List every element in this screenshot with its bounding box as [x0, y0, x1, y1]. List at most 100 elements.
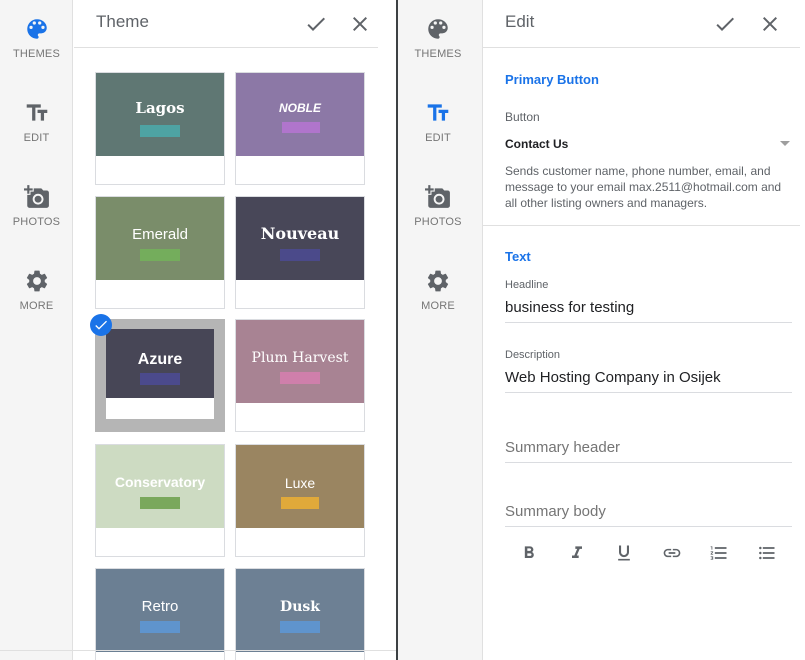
theme-accent-bar — [280, 621, 320, 633]
right-nav-rail: THEMES EDIT PHOTOS MORE — [398, 0, 483, 660]
rail-item-photos[interactable]: PHOTOS — [398, 184, 478, 228]
palette-icon — [428, 19, 448, 39]
rail-item-label: PHOTOS — [12, 216, 61, 228]
theme-name: Conservatory — [114, 474, 206, 490]
italic-button[interactable] — [565, 541, 589, 565]
bulleted-list-button[interactable] — [755, 541, 779, 565]
theme-card-noble[interactable]: NOBLE — [235, 72, 365, 185]
check-icon — [95, 320, 107, 330]
panel-title: Edit — [505, 12, 535, 31]
summary-body-input[interactable]: Summary body — [505, 499, 792, 527]
theme-accent-bar — [140, 373, 180, 385]
edit-panel-body: Primary Button Button Contact Us Sends c… — [483, 49, 800, 660]
theme-card-footer — [106, 398, 214, 419]
add-photo-icon — [425, 185, 450, 208]
link-button[interactable] — [660, 541, 684, 565]
rail-item-label: EDIT — [425, 132, 451, 144]
bold-button[interactable] — [517, 541, 541, 565]
rail-item-photos[interactable]: PHOTOS — [0, 184, 73, 228]
rail-item-label: MORE — [19, 300, 54, 312]
theme-name: Plum Harvest — [251, 350, 349, 366]
theme-card-lagos[interactable]: Lagos — [95, 72, 225, 185]
theme-card-plum-harvest[interactable]: Plum Harvest — [235, 319, 365, 432]
theme-accent-bar — [140, 497, 180, 509]
theme-grid: Lagos NOBLE Emerald Nouveau Azure Plum H… — [74, 49, 396, 660]
rail-item-label: PHOTOS — [414, 216, 462, 228]
theme-name: Lagos — [135, 99, 185, 117]
edit-panel-edge — [483, 575, 484, 660]
theme-accent-bar — [280, 249, 320, 261]
dropdown-arrow-icon — [780, 141, 790, 146]
theme-name: Dusk — [280, 599, 320, 615]
rail-item-themes[interactable]: THEMES — [398, 16, 478, 60]
close-icon — [763, 17, 777, 31]
theme-name: NOBLE — [279, 101, 321, 115]
headline-input[interactable]: business for testing — [505, 295, 792, 323]
close-button[interactable] — [348, 12, 372, 36]
headline-label: Headline — [505, 279, 549, 291]
button-select[interactable]: Contact Us — [505, 135, 792, 155]
theme-name: Azure — [137, 351, 183, 368]
footer-divider — [0, 650, 396, 651]
gear-icon — [427, 270, 449, 292]
rail-item-edit[interactable]: EDIT — [398, 100, 478, 144]
underline-button[interactable] — [612, 541, 636, 565]
rail-item-label: EDIT — [23, 132, 50, 144]
theme-card-emerald[interactable]: Emerald — [95, 196, 225, 309]
theme-card-nouveau[interactable]: Nouveau — [235, 196, 365, 309]
theme-accent-bar — [280, 372, 320, 384]
link-icon — [663, 548, 681, 558]
rail-item-themes[interactable]: THEMES — [0, 16, 73, 60]
theme-card-dusk[interactable]: Dusk — [235, 568, 365, 660]
theme-panel-header: Theme — [74, 0, 378, 48]
theme-card-retro[interactable]: Retro — [95, 568, 225, 660]
theme-name: Luxe — [284, 475, 316, 491]
description-input[interactable]: Web Hosting Company in Osijek — [505, 365, 792, 393]
confirm-button[interactable] — [304, 12, 328, 36]
check-icon — [307, 17, 325, 31]
theme-accent-bar — [140, 125, 180, 137]
underline-icon — [618, 545, 630, 561]
description-label: Description — [505, 349, 561, 361]
close-button[interactable] — [758, 12, 782, 36]
check-icon — [716, 17, 734, 31]
close-icon — [353, 17, 367, 31]
bulleted-list-icon — [759, 546, 775, 560]
panel-title: Theme — [96, 12, 149, 31]
theme-accent-bar — [282, 122, 320, 133]
theme-accent-bar — [140, 621, 180, 633]
rail-item-label: MORE — [421, 300, 455, 312]
left-nav-rail: THEMES EDIT PHOTOS MORE — [0, 0, 73, 660]
text-fields-icon — [26, 104, 47, 121]
text-fields-icon — [427, 104, 449, 121]
rail-item-edit[interactable]: EDIT — [0, 100, 73, 144]
selected-badge — [90, 314, 112, 336]
theme-card-azure[interactable]: Azure — [90, 314, 225, 432]
theme-name: Nouveau — [260, 224, 340, 243]
rail-item-more[interactable]: MORE — [398, 268, 478, 312]
section-title-primary-button: Primary Button — [505, 72, 599, 87]
app-root: THEMES EDIT PHOTOS MORE Theme Lagos NOBL… — [0, 0, 805, 660]
edit-panel-header: Edit — [483, 0, 800, 48]
theme-card-luxe[interactable]: Luxe — [235, 444, 365, 557]
button-help-text: Sends customer name, phone number, email… — [505, 164, 782, 210]
add-photo-icon — [23, 185, 49, 208]
theme-card-conservatory[interactable]: Conservatory — [95, 444, 225, 557]
section-title-text: Text — [505, 249, 531, 264]
rail-item-more[interactable]: MORE — [0, 268, 73, 312]
numbered-list-button[interactable] — [707, 541, 731, 565]
rail-item-label: THEMES — [414, 48, 462, 60]
theme-accent-bar — [281, 497, 319, 509]
button-field-label: Button — [505, 110, 540, 124]
palette-icon — [26, 19, 47, 39]
italic-icon — [572, 546, 582, 558]
theme-name: Emerald — [132, 226, 188, 243]
bold-icon — [524, 546, 534, 558]
numbered-list-icon — [710, 546, 727, 560]
theme-name: Retro — [141, 598, 179, 615]
confirm-button[interactable] — [713, 12, 737, 36]
theme-accent-bar — [140, 249, 180, 261]
section-divider — [483, 225, 800, 226]
summary-header-input[interactable]: Summary header — [505, 435, 792, 463]
button-select-value: Contact Us — [505, 137, 569, 151]
